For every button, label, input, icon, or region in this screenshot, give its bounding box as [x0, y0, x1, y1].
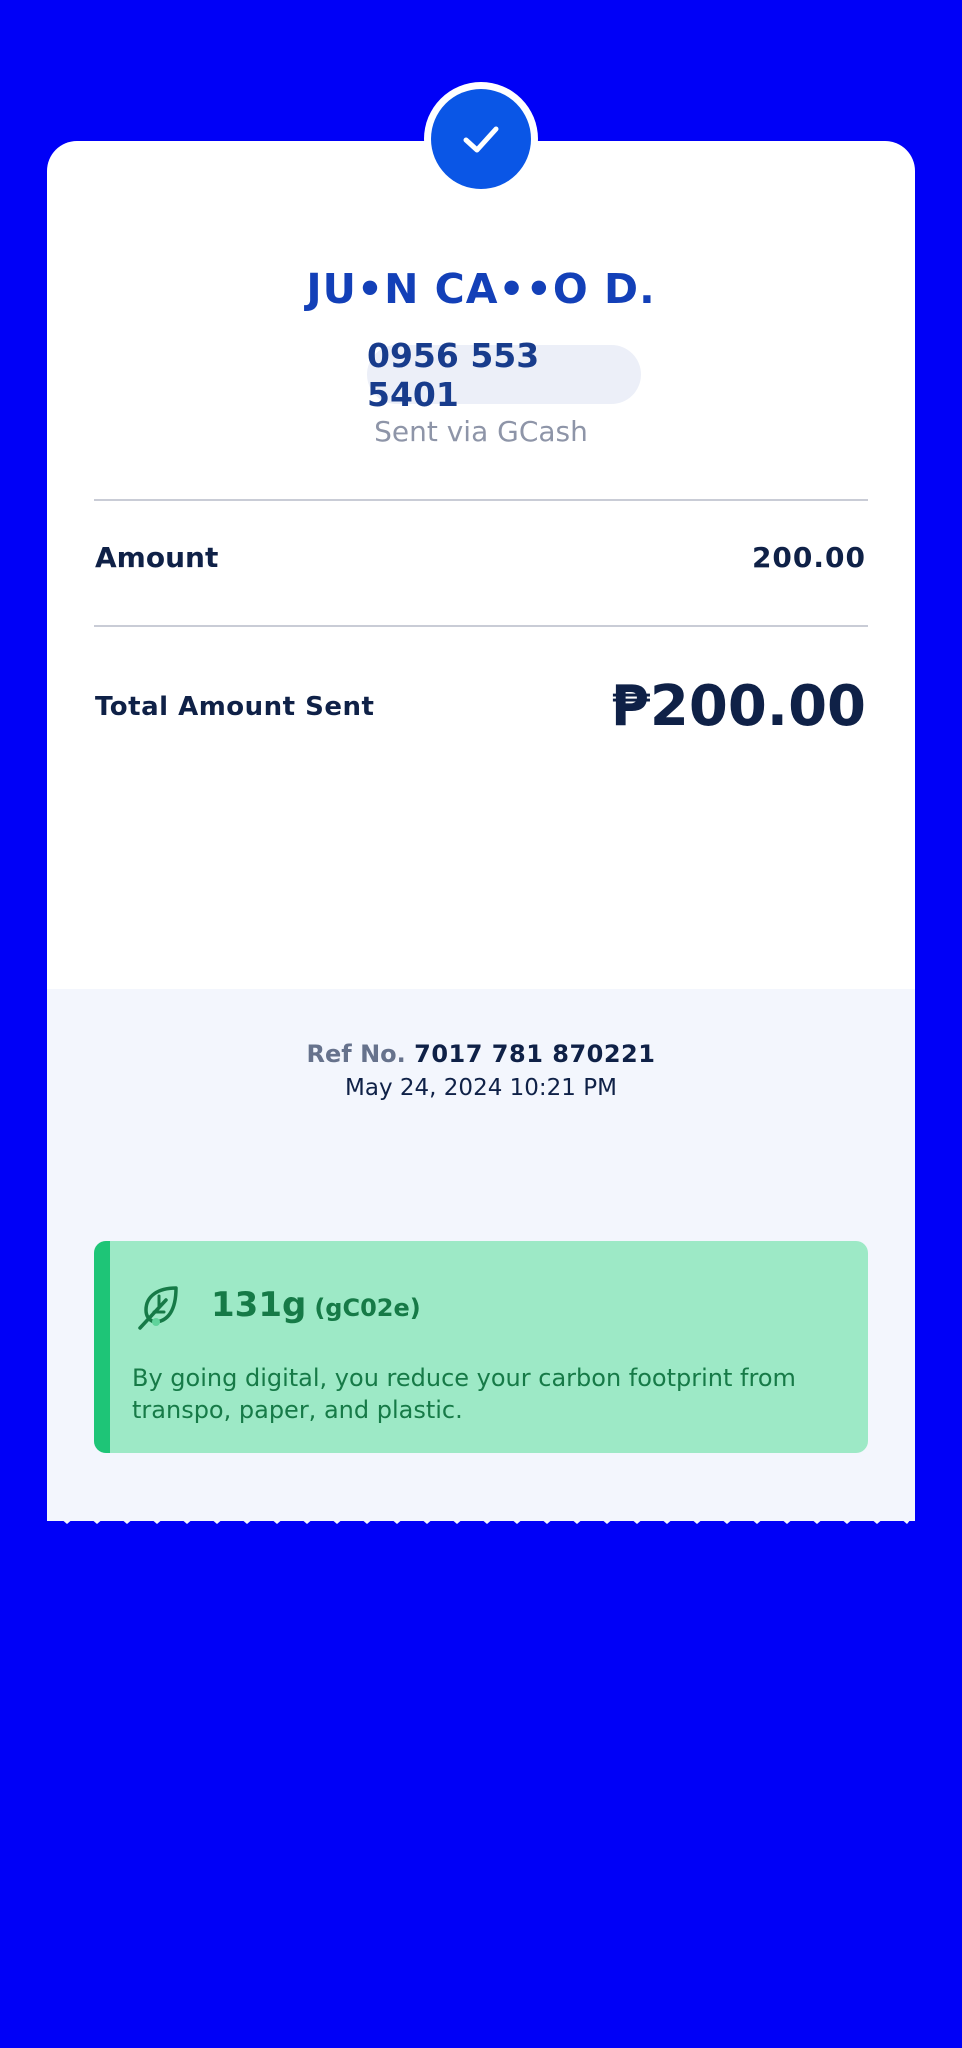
total-label: Total Amount Sent	[95, 692, 375, 722]
check-icon	[431, 89, 531, 189]
total-value: ₱200.00	[610, 674, 866, 739]
eco-card: 131g (gC02e) By going digital, you reduce…	[94, 1241, 868, 1453]
eco-message: By going digital, you reduce your carbon…	[132, 1364, 796, 1424]
success-badge	[424, 82, 538, 196]
leaf-icon	[138, 1286, 178, 1330]
eco-amount-line: 131g (gC02e)	[211, 1285, 421, 1325]
transaction-datetime: May 24, 2024 10:21 PM	[345, 1075, 617, 1101]
ref-label: Ref No.	[306, 1040, 406, 1068]
receipt-torn-edge	[47, 1506, 915, 1524]
ref-number: 7017 781 870221	[414, 1040, 656, 1068]
recipient-phone: 0956 553 5401	[367, 336, 641, 414]
payment-method: Sent via GCash	[374, 415, 588, 448]
eco-accent-bar	[94, 1241, 110, 1453]
receipt-screen: JU•N CA••O D. 0956 553 5401 Sent via GCa…	[0, 0, 962, 2048]
reference-line: Ref No. 7017 781 870221	[0, 1040, 962, 1068]
recipient-name: JU•N CA••O D.	[306, 265, 656, 313]
amount-label: Amount	[95, 541, 219, 574]
amount-value: 200.00	[751, 541, 866, 574]
divider	[94, 625, 868, 627]
eco-unit: (gC02e)	[314, 1294, 421, 1322]
divider	[94, 499, 868, 501]
eco-amount: 131g	[211, 1285, 307, 1325]
